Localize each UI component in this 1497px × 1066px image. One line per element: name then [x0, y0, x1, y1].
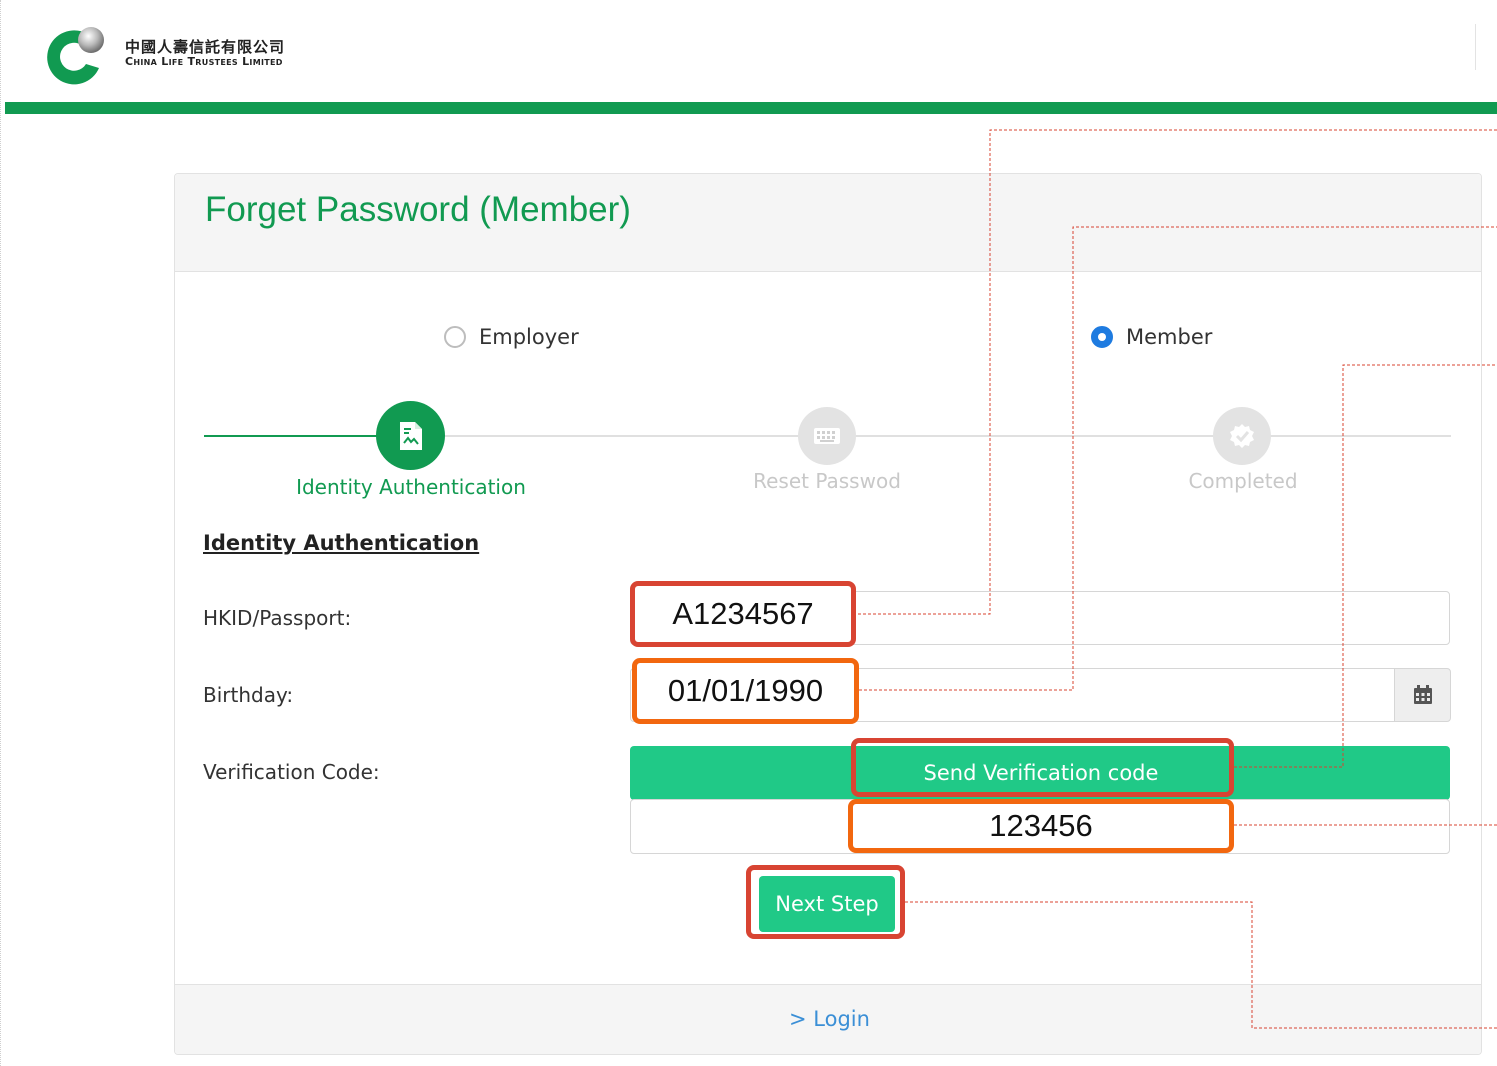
radio-member[interactable]: Member [1091, 325, 1212, 349]
section-heading: Identity Authentication [203, 531, 480, 555]
step-identity-circle [376, 401, 445, 470]
stepper-line-pending [430, 435, 1451, 437]
step-completed-circle [1213, 407, 1271, 465]
step-reset-label: Reset Passwod [753, 469, 901, 493]
check-icon [1230, 424, 1254, 448]
page-title: Forget Password (Member) [205, 190, 631, 229]
radio-employer-indicator[interactable] [444, 326, 466, 348]
stepper-line-done [204, 435, 394, 437]
birthday-callout: 01/01/1990 [632, 658, 859, 724]
step-identity-label: Identity Authentication [296, 475, 526, 499]
brand-bar [5, 102, 1497, 114]
send-verification-label: Send Verification code [923, 761, 1159, 785]
verification-label: Verification Code: [203, 760, 380, 784]
company-logo-icon [47, 27, 104, 85]
code-callout: 123456 [848, 799, 1234, 853]
next-step-callout [746, 865, 905, 939]
page-edge [0, 0, 5, 1066]
radio-member-label: Member [1126, 325, 1213, 349]
radio-member-indicator[interactable] [1091, 326, 1113, 348]
calendar-icon [1413, 685, 1432, 704]
card-footer: > Login [175, 984, 1481, 1054]
logo-chinese-name: 中國人壽信託有限公司 [125, 38, 286, 56]
radio-employer-label: Employer [479, 325, 579, 349]
hkid-callout: A1234567 [630, 581, 856, 647]
calendar-button[interactable] [1394, 668, 1451, 722]
keyboard-icon [814, 428, 840, 444]
birthday-label: Birthday: [203, 683, 294, 707]
header-divider [1475, 24, 1476, 70]
logo-english-name: China Life Trustees Limited [125, 55, 283, 68]
document-icon [399, 421, 422, 450]
site-header: 中國人壽信託有限公司 China Life Trustees Limited [5, 0, 1497, 102]
step-reset-circle [798, 407, 856, 465]
hkid-label: HKID/Passport: [203, 606, 352, 630]
login-link[interactable]: > Login [789, 1007, 870, 1031]
step-completed-label: Completed [1188, 469, 1298, 493]
radio-employer[interactable]: Employer [444, 325, 579, 349]
card-header: Forget Password (Member) [175, 174, 1481, 272]
